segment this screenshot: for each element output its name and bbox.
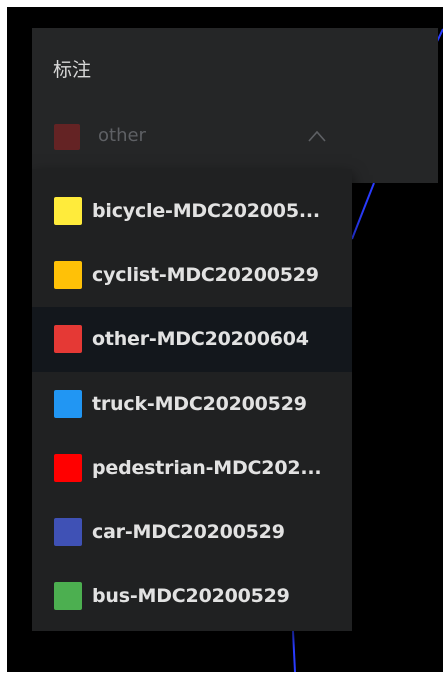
color-swatch <box>54 453 82 482</box>
option-label: cyclist-MDC20200529 <box>92 264 319 287</box>
option-label: truck-MDC20200529 <box>92 392 307 415</box>
option-label: bicycle-MDC202005... <box>92 200 320 223</box>
annotation-line <box>351 182 375 240</box>
option-label: other-MDC20200604 <box>92 328 309 351</box>
dropdown-option[interactable]: pedestrian-MDC202... <box>32 436 352 500</box>
option-label: car-MDC20200529 <box>92 521 285 544</box>
panel-title: 标注 <box>53 59 92 81</box>
color-swatch <box>54 261 82 290</box>
dropdown-option[interactable]: bus-MDC20200529 <box>32 564 352 628</box>
color-swatch <box>54 582 82 611</box>
dropdown-option[interactable]: car-MDC20200529 <box>32 500 352 564</box>
color-swatch <box>54 518 82 547</box>
options-list: bicycle-MDC202005... cyclist-MDC20200529 o… <box>32 179 352 628</box>
selected-color-swatch <box>54 124 80 150</box>
chevron-up-icon[interactable] <box>308 130 326 142</box>
annotation-line <box>292 630 296 672</box>
label-dropdown-menu: bicycle-MDC202005... cyclist-MDC20200529 o… <box>32 169 352 631</box>
color-swatch <box>54 197 82 226</box>
option-label: bus-MDC20200529 <box>92 585 290 608</box>
color-swatch <box>54 389 82 418</box>
option-label: pedestrian-MDC202... <box>92 456 322 479</box>
color-swatch <box>54 325 82 354</box>
dropdown-option[interactable]: truck-MDC20200529 <box>32 372 352 436</box>
annotation-panel: 标注 other <box>32 28 438 183</box>
dropdown-option[interactable]: other-MDC20200604 <box>32 307 352 372</box>
select-value: other <box>98 125 146 146</box>
dropdown-option[interactable]: cyclist-MDC20200529 <box>32 243 352 307</box>
dropdown-option[interactable]: bicycle-MDC202005... <box>32 179 352 243</box>
label-select[interactable]: other <box>53 118 336 152</box>
annotation-canvas[interactable]: 标注 other bicycle-MDC202005... cyclist-MDC… <box>7 7 443 672</box>
